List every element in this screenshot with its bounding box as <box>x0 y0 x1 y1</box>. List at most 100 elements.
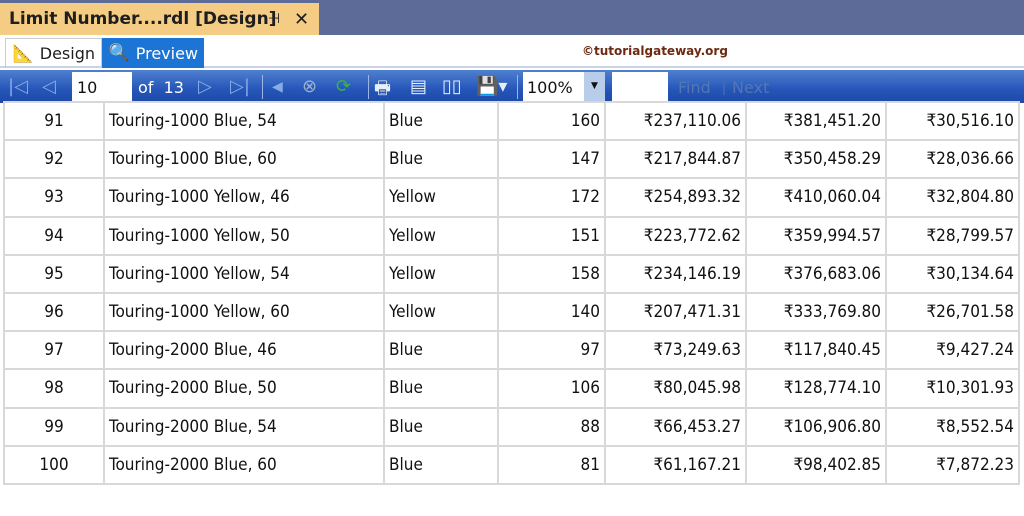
table-cell: Yellow <box>383 177 499 218</box>
find-button[interactable]: Find <box>678 78 711 97</box>
table-cell: Blue <box>383 444 499 485</box>
table-cell: Touring-2000 Blue, 60 <box>103 444 385 485</box>
table-cell: Blue <box>383 368 499 409</box>
table-cell: ₹30,134.64 <box>885 253 1020 294</box>
table-cell: ₹207,471.31 <box>604 291 747 333</box>
table-cell: Touring-1000 Yellow, 46 <box>103 177 385 218</box>
table-cell: ₹376,683.06 <box>745 253 887 294</box>
preview-tab[interactable]: 🔍 Preview <box>102 38 204 68</box>
page-count: of 13 <box>138 78 184 97</box>
table-cell: ₹30,516.10 <box>885 100 1020 142</box>
table-cell: ₹333,769.80 <box>745 291 887 333</box>
stop-icon[interactable]: ⊗ <box>302 76 317 97</box>
table-cell: 97 <box>497 330 606 371</box>
table-cell: Touring-1000 Yellow, 60 <box>103 291 385 333</box>
table-cell: ₹106,906.80 <box>745 406 887 447</box>
table-cell: ₹254,893.32 <box>604 177 747 218</box>
title-bar: Limit Number....rdl [Design] ⊣ ✕ <box>0 0 1024 35</box>
last-page-icon[interactable]: ▷| <box>230 76 250 97</box>
mode-bar: 📐 Design 🔍 Preview ©tutorialgateway.org <box>0 35 1024 68</box>
table-cell: ₹26,701.58 <box>885 291 1020 333</box>
table-row: 94 Touring-1000 Yellow, 50 Yellow 151 ₹223,7… <box>3 215 1020 256</box>
refresh-icon[interactable]: ⟳ <box>336 76 351 97</box>
next-button[interactable]: Next <box>732 78 769 97</box>
table-cell: Touring-1000 Blue, 54 <box>103 100 385 142</box>
page-setup-icon[interactable]: ▯▯ <box>442 76 462 97</box>
table-row: 99 Touring-2000 Blue, 54 Blue 88 ₹66,453.27 ₹… <box>3 406 1020 447</box>
back-icon[interactable]: ◀ <box>272 79 283 95</box>
total-pages: 13 <box>163 78 184 97</box>
table-cell: 95 <box>3 253 105 294</box>
table-cell: ₹217,844.87 <box>604 139 747 180</box>
table-cell: Touring-1000 Blue, 60 <box>103 139 385 180</box>
table-row: 97 Touring-2000 Blue, 46 Blue 97 ₹73,249.63 ₹… <box>3 330 1020 371</box>
table-row: 98 Touring-2000 Blue, 50 Blue 106 ₹80,045.98… <box>3 368 1020 409</box>
table-cell: Blue <box>383 139 499 180</box>
table-row: 91 Touring-1000 Blue, 54 Blue 160 ₹237,110.0… <box>3 100 1020 142</box>
design-tab[interactable]: 📐 Design <box>5 38 102 68</box>
document-tab[interactable]: Limit Number....rdl [Design] ⊣ ✕ <box>0 3 319 35</box>
table-cell: ₹237,110.06 <box>604 100 747 142</box>
table-cell: ₹98,402.85 <box>745 444 887 485</box>
table-cell: ₹80,045.98 <box>604 368 747 409</box>
separator <box>368 75 369 99</box>
table-cell: ₹350,458.29 <box>745 139 887 180</box>
table-cell: 93 <box>3 177 105 218</box>
separator <box>517 75 518 99</box>
pin-icon[interactable]: ⊣ <box>268 11 280 27</box>
previous-page-icon[interactable]: ◁ <box>42 76 56 97</box>
table-row: 100 Touring-2000 Blue, 60 Blue 81 ₹61,167.21… <box>3 444 1020 485</box>
page-number-input[interactable]: 10 <box>72 72 132 101</box>
close-icon[interactable]: ✕ <box>294 9 309 30</box>
print-layout-icon[interactable]: ▤ <box>410 76 427 97</box>
table-cell: ₹128,774.10 <box>745 368 887 409</box>
first-page-icon[interactable]: |◁ <box>8 76 28 97</box>
table-cell: ₹32,804.80 <box>885 177 1020 218</box>
table-cell: 99 <box>3 406 105 447</box>
table-cell: 106 <box>497 368 606 409</box>
table-cell: ₹9,427.24 <box>885 330 1020 371</box>
magnifier-report-icon: 🔍 <box>108 43 130 63</box>
separator: | <box>722 81 727 95</box>
chevron-down-icon[interactable]: ▼ <box>584 72 605 101</box>
table-cell: 100 <box>3 444 105 485</box>
table-cell: ₹73,249.63 <box>604 330 747 371</box>
table-cell: ₹7,872.23 <box>885 444 1020 485</box>
zoom-select[interactable]: 100% ▼ <box>523 72 605 101</box>
find-input[interactable] <box>612 72 668 101</box>
table-cell: ₹381,451.20 <box>745 100 887 142</box>
table-cell: ₹61,167.21 <box>604 444 747 485</box>
next-page-icon[interactable]: ▷ <box>198 76 212 97</box>
table-cell: ₹410,060.04 <box>745 177 887 218</box>
table-cell: 88 <box>497 406 606 447</box>
table-cell: ₹117,840.45 <box>745 330 887 371</box>
table-cell: ₹66,453.27 <box>604 406 747 447</box>
table-row: 92 Touring-1000 Blue, 60 Blue 147 ₹217,844.8… <box>3 139 1020 180</box>
table-cell: Touring-2000 Blue, 54 <box>103 406 385 447</box>
table-cell: 140 <box>497 291 606 333</box>
table-cell: 147 <box>497 139 606 180</box>
export-icon[interactable]: 💾▾ <box>476 76 507 97</box>
table-cell: 160 <box>497 100 606 142</box>
table-cell: 151 <box>497 215 606 256</box>
table-cell: Blue <box>383 100 499 142</box>
table-row: 95 Touring-1000 Yellow, 54 Yellow 158 ₹234,1… <box>3 253 1020 294</box>
preview-label: Preview <box>135 43 198 63</box>
table-cell: Touring-1000 Yellow, 54 <box>103 253 385 294</box>
table-cell: 172 <box>497 177 606 218</box>
zoom-value: 100% <box>527 78 573 97</box>
table-cell: Blue <box>383 330 499 371</box>
table-cell: ₹10,301.93 <box>885 368 1020 409</box>
table-cell: 94 <box>3 215 105 256</box>
table-cell: 158 <box>497 253 606 294</box>
table-cell: Touring-2000 Blue, 50 <box>103 368 385 409</box>
table-cell: Touring-1000 Yellow, 50 <box>103 215 385 256</box>
table-cell: 81 <box>497 444 606 485</box>
table-cell: ₹8,552.54 <box>885 406 1020 447</box>
table-cell: 91 <box>3 100 105 142</box>
table-cell: Touring-2000 Blue, 46 <box>103 330 385 371</box>
document-title: Limit Number....rdl [Design] <box>9 9 277 29</box>
table-cell: 98 <box>3 368 105 409</box>
report-toolbar: |◁ ◁ 10 of 13 ▷ ▷| ◀ ⊗ ⟳ 🖶 ▤ ▯▯ 💾▾ 100% ▼… <box>0 70 1024 103</box>
table-cell: Yellow <box>383 215 499 256</box>
